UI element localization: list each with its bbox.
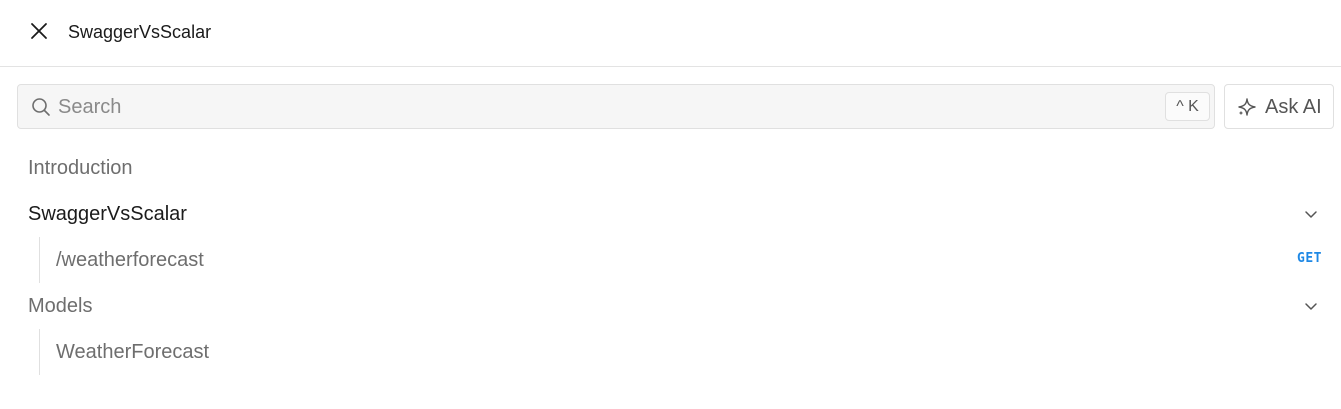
- keyboard-shortcut-badge: ^ K: [1165, 92, 1210, 121]
- close-button[interactable]: [28, 20, 50, 42]
- search-input[interactable]: [58, 93, 1158, 121]
- sidebar-group-models[interactable]: Models: [0, 286, 1341, 326]
- ask-ai-button[interactable]: Ask AI: [1224, 84, 1334, 129]
- sidebar-item-label: Introduction: [28, 157, 133, 179]
- sparkle-icon: [1238, 98, 1256, 116]
- http-method-badge: GET: [1297, 251, 1322, 266]
- model-name: WeatherForecast: [56, 341, 210, 363]
- ask-ai-label: Ask AI: [1265, 96, 1322, 118]
- chevron-down-icon[interactable]: [1303, 206, 1319, 222]
- endpoint-path: /weatherforecast: [56, 249, 204, 271]
- sidebar-item-weatherforecast-endpoint[interactable]: /weatherforecast GET: [0, 240, 1341, 280]
- sidebar-group-label: Models: [28, 295, 93, 317]
- search-icon: [32, 98, 50, 116]
- top-header: SwaggerVsScalar: [0, 0, 1341, 67]
- close-icon: [31, 23, 47, 39]
- sidebar-group-label: SwaggerVsScalar: [28, 203, 187, 225]
- sidebar-item-introduction[interactable]: Introduction: [0, 148, 1341, 188]
- chevron-down-icon[interactable]: [1303, 298, 1319, 314]
- sidebar-item-weatherforecast-model[interactable]: WeatherForecast: [0, 332, 1341, 372]
- sidebar-group-swaggervsscalar[interactable]: SwaggerVsScalar: [0, 194, 1341, 234]
- app-title: SwaggerVsScalar: [68, 22, 212, 42]
- search-box[interactable]: ^ K: [17, 84, 1215, 129]
